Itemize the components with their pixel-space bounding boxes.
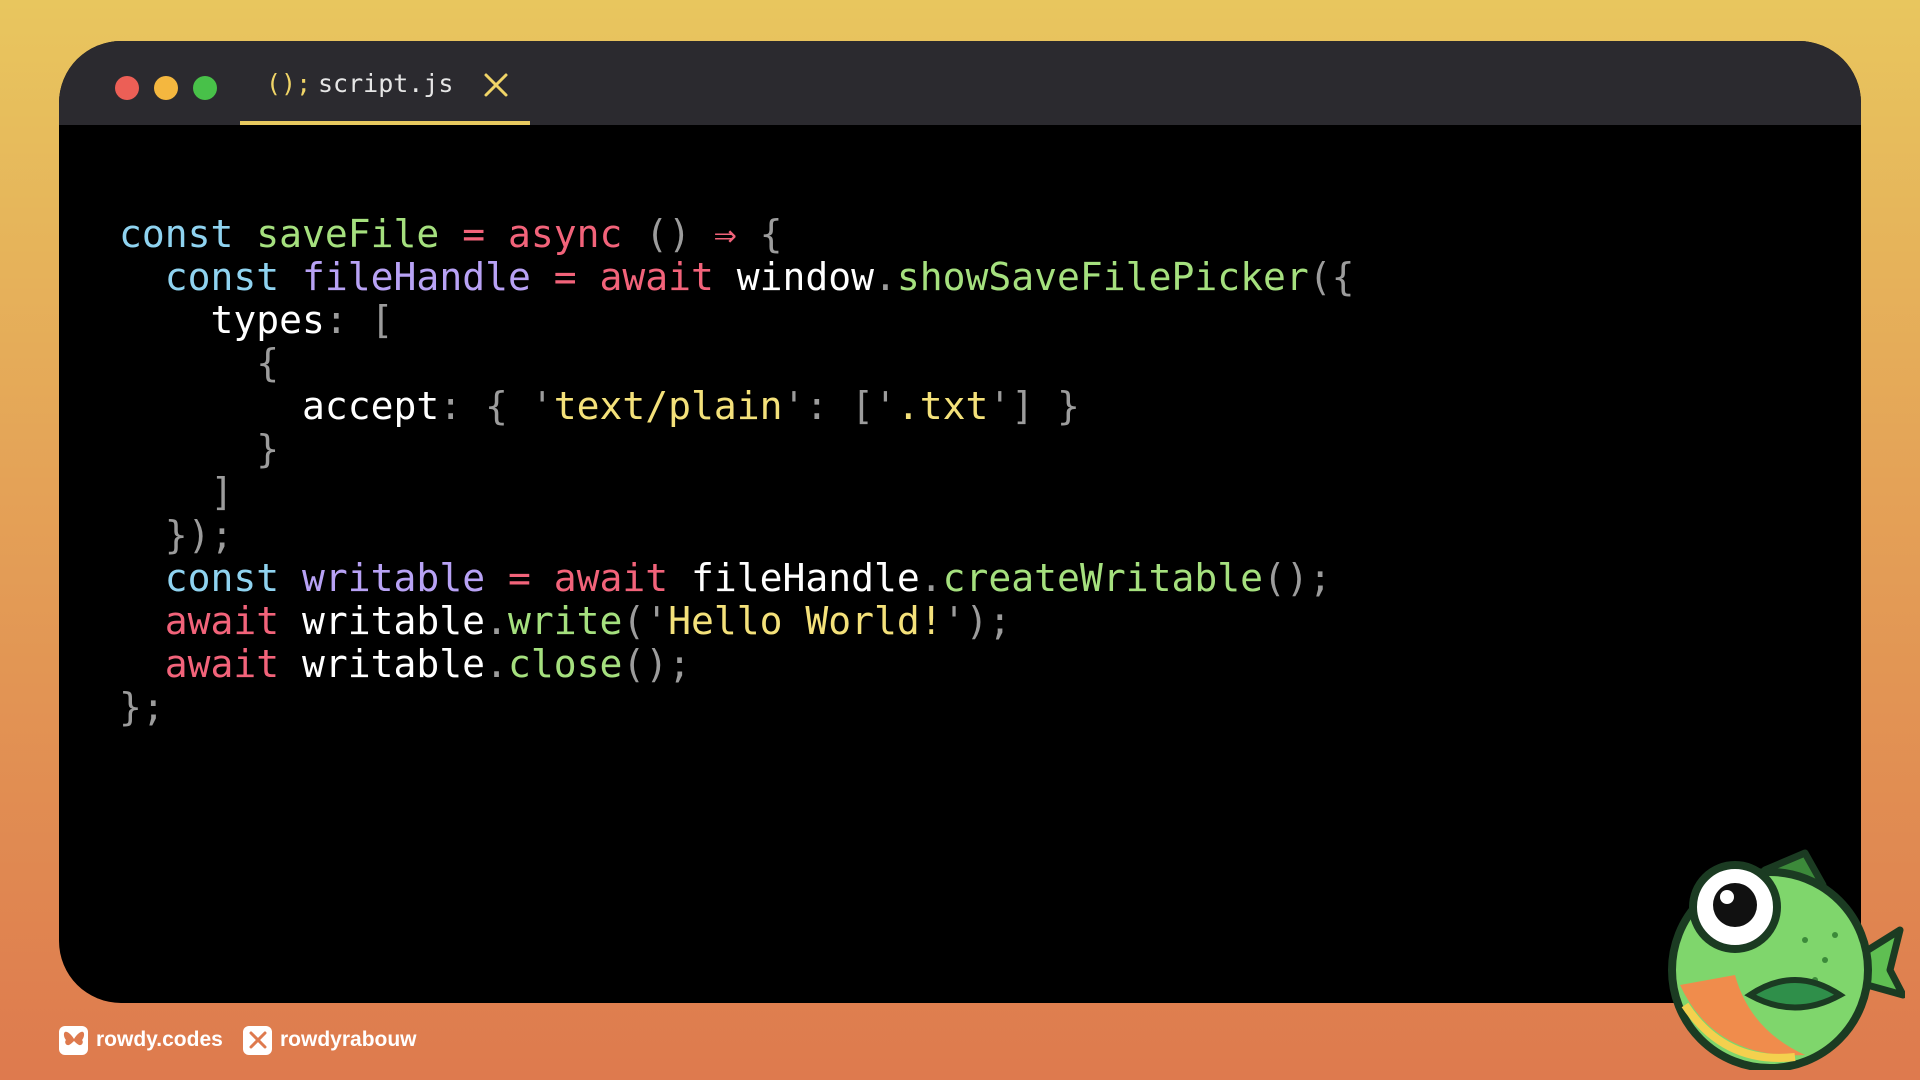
code-token: ]	[119, 470, 234, 514]
code-line: }	[119, 428, 1354, 471]
code-line: await writable.write('Hello World!');	[119, 600, 1354, 643]
code-token: write	[507, 599, 623, 643]
butterfly-icon	[59, 1025, 88, 1055]
code-token: writable	[302, 556, 486, 600]
code-token: ('	[622, 599, 669, 643]
minimize-window-button[interactable]	[154, 76, 178, 100]
code-token: .	[485, 599, 508, 643]
code-token: .	[485, 642, 508, 686]
code-token: async	[507, 212, 623, 256]
code-token: ();	[1262, 556, 1332, 600]
code-token: ');	[942, 599, 1012, 643]
code-token: ()	[622, 212, 714, 256]
code-token: const	[164, 556, 280, 600]
code-line: ]	[119, 471, 1354, 514]
x-handle: rowdyrabouw	[280, 1028, 417, 1051]
code-token: writable	[279, 599, 486, 643]
code-token: writable	[279, 642, 486, 686]
code-token: text/plain	[553, 384, 783, 428]
code-token: await	[553, 556, 669, 600]
fish-mascot-logo	[1668, 849, 1905, 1070]
js-file-icon: ();	[266, 69, 312, 98]
code-token: .txt	[896, 384, 989, 428]
code-editor[interactable]: const saveFile = async () ⇒ { const file…	[119, 213, 1354, 729]
code-token: });	[119, 513, 234, 557]
code-token: Hello World!	[668, 599, 943, 643]
code-token: window	[713, 255, 875, 299]
code-token: {	[119, 341, 280, 385]
code-token: .	[874, 255, 897, 299]
code-token: await	[599, 255, 714, 299]
code-token: close	[507, 642, 623, 686]
code-token: accept	[119, 384, 440, 428]
close-window-button[interactable]	[115, 76, 139, 100]
code-token: };	[119, 685, 165, 729]
code-token: showSaveFilePicker	[896, 255, 1309, 299]
tab-script-js[interactable]: (); script.js	[240, 41, 530, 125]
code-line: const fileHandle = await window.showSave…	[119, 255, 1355, 299]
code-token: ({	[1308, 255, 1355, 299]
x-logo-icon	[243, 1025, 272, 1055]
title-bar: (); script.js	[59, 41, 1861, 125]
code-token: const	[164, 255, 280, 299]
code-token: ();	[622, 642, 691, 686]
code-token: await	[164, 642, 280, 686]
code-token: : { '	[439, 384, 554, 428]
code-line: await writable.close();	[119, 643, 1354, 686]
code-line: types: [	[119, 299, 1354, 342]
code-token: fileHandle	[302, 255, 531, 299]
social-x[interactable]: rowdyrabouw	[243, 1024, 417, 1056]
tab-label: script.js	[318, 69, 454, 98]
code-line: {	[119, 342, 1354, 385]
code-token: ⇒	[713, 212, 737, 256]
code-token: types	[119, 298, 325, 342]
code-token: }	[119, 427, 280, 471]
code-token: =	[439, 212, 508, 256]
editor-window: (); script.js const saveFile = async () …	[59, 41, 1861, 1003]
maximize-window-button[interactable]	[193, 76, 217, 100]
code-line: };	[119, 686, 1354, 729]
code-token: saveFile	[256, 212, 440, 256]
code-token: =	[530, 255, 600, 299]
code-token: fileHandle	[668, 556, 920, 600]
code-token: await	[164, 599, 280, 643]
code-token: '] }	[988, 384, 1080, 428]
code-token: createWritable	[942, 556, 1263, 600]
code-token: ': ['	[782, 384, 897, 428]
code-line: });	[119, 514, 1354, 557]
code-token: =	[485, 556, 554, 600]
social-bluesky[interactable]: rowdy.codes	[59, 1024, 223, 1056]
code-line: const writable = await fileHandle.create…	[119, 557, 1354, 600]
code-token: const	[119, 212, 234, 256]
bluesky-handle: rowdy.codes	[96, 1028, 223, 1051]
code-token: .	[919, 556, 943, 600]
code-token: : [	[324, 298, 394, 342]
code-token: {	[736, 212, 783, 256]
code-line: const saveFile = async () ⇒ {	[119, 213, 1354, 256]
code-line: accept: { 'text/plain': ['.txt'] }	[119, 385, 1354, 428]
close-icon[interactable]	[483, 72, 509, 98]
